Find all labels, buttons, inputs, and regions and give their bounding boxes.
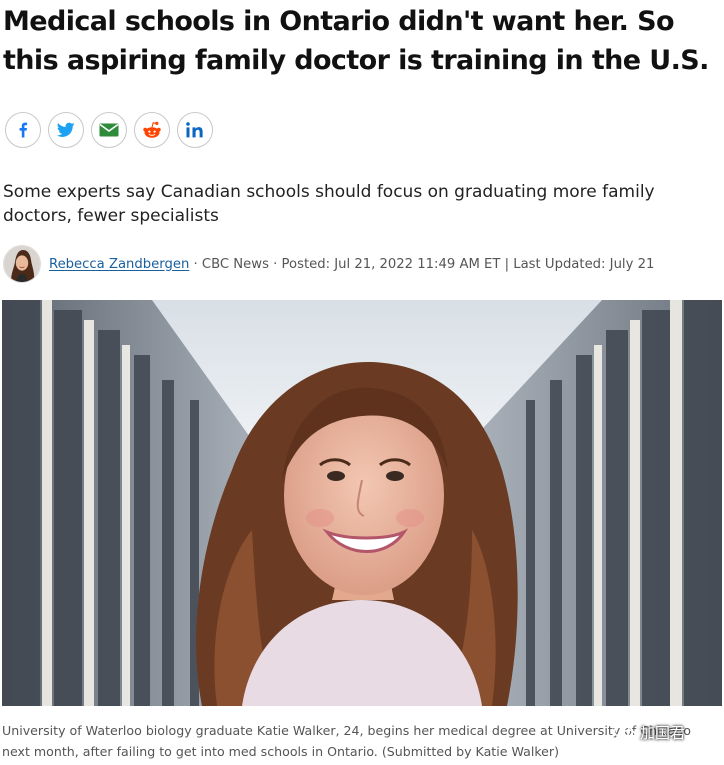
share-bar [5,112,213,148]
byline-details: · CBC News · Posted: Jul 21, 2022 11:49 … [189,256,655,272]
email-icon [99,123,119,137]
share-facebook-button[interactable] [5,112,41,148]
byline-text: Rebecca Zandbergen · CBC News · Posted: … [49,257,654,272]
reddit-icon [143,121,161,138]
facebook-icon [19,122,28,138]
linkedin-icon [186,122,203,138]
share-linkedin-button[interactable] [177,112,213,148]
article-deck: Some experts say Canadian schools should… [3,182,655,226]
author-link[interactable]: Rebecca Zandbergen [49,257,189,272]
byline: Rebecca Zandbergen · CBC News · Posted: … [3,244,654,284]
twitter-icon [57,122,75,137]
watermark-text: 加国君 [640,724,686,742]
article-headline: Medical schools in Ontario didn't want h… [3,6,709,76]
wechat-icon [614,723,636,741]
share-twitter-button[interactable] [48,112,84,148]
share-reddit-button[interactable] [134,112,170,148]
hero-photo [2,300,722,706]
watermark: 加国君 [614,722,685,743]
share-email-button[interactable] [91,112,127,148]
author-avatar[interactable] [3,245,41,283]
